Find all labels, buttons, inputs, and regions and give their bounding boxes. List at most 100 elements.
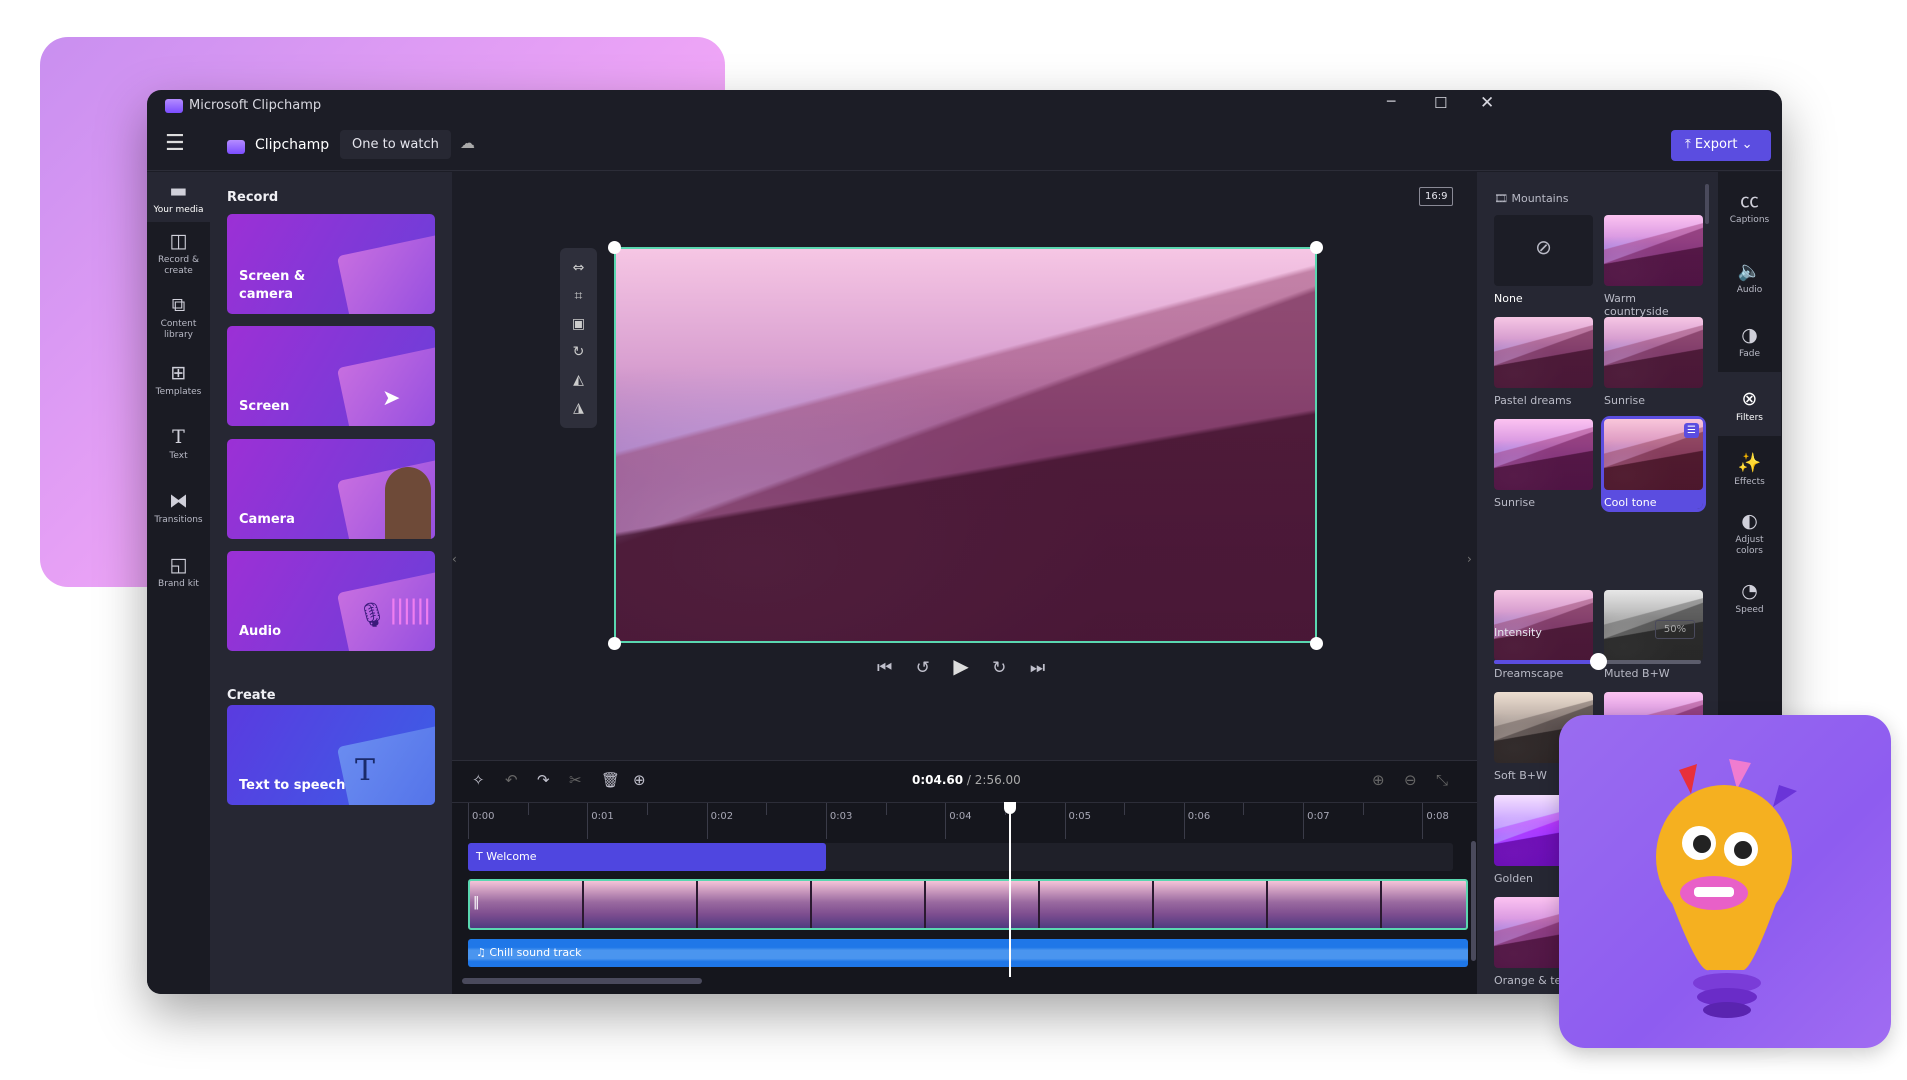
collapse-right-icon[interactable]: › [1467,552,1472,566]
section-title: Mountains [1511,192,1569,205]
rail-captions[interactable]: ㏄ Captions [1718,190,1781,226]
playhead-handle[interactable] [1003,802,1016,814]
horizontal-scrollbar[interactable] [462,978,702,984]
close-icon[interactable]: ✕ [1480,93,1494,113]
filter-tile[interactable]: Sunrise [1604,317,1703,407]
cursor-icon: ➤ [382,386,401,411]
filters-icon: ⊗ [1741,388,1758,410]
rail-label: Transitions [154,515,203,525]
zoom-in-icon[interactable]: ⊕ [1372,771,1385,789]
resize-handle[interactable] [608,637,621,650]
rail-audio[interactable]: 🔈 Audio [1718,260,1781,296]
resize-handle[interactable] [1310,637,1323,650]
project-name-button[interactable]: One to watch [340,130,451,159]
forward-5-icon[interactable]: ↻ [992,658,1006,678]
skip-forward-icon[interactable]: ⏭ [1030,658,1045,678]
collapse-left-icon[interactable]: ‹ [452,552,457,566]
resize-handle[interactable] [1310,241,1323,254]
minimize-icon[interactable]: ─ [1387,94,1395,110]
trim-handle[interactable]: ‖ [473,895,480,910]
zoom-out-icon[interactable]: ⊖ [1404,771,1417,789]
playback-controls: ⏮ ↺ ▶ ↻ ⏭ [877,654,1045,678]
record-camera-card[interactable]: Camera [227,439,435,539]
rail-templates[interactable]: ⊞ Templates [147,362,210,398]
audio-clip[interactable]: ♫ Chill sound track [468,939,1468,967]
ruler-minor-tick [1124,803,1126,815]
brand-kit-icon: ◱ [169,554,188,576]
rail-transitions[interactable]: ⧓ Transitions [147,490,210,526]
resize-handle[interactable] [608,241,621,254]
section-header: 🎞 Mountains [1494,192,1568,205]
left-rail: ▬ Your media ◫ Record & create ⧉ Content li… [147,172,210,994]
rail-your-media[interactable]: ▬ Your media [147,172,210,222]
filter-label: Muted B+W [1604,667,1670,680]
ruler-minor-tick [766,803,768,815]
aspect-ratio-button[interactable]: 16:9 [1419,187,1454,206]
pip-icon[interactable]: ▣ [560,310,597,338]
export-label: Export [1694,137,1738,152]
rail-text[interactable]: T Text [147,426,210,462]
rail-adjust-colors[interactable]: ◐ Adjust colors [1718,510,1781,557]
record-screen-camera-card[interactable]: Screen & camera [227,214,435,314]
record-screen-card[interactable]: ➤ Screen [227,326,435,426]
undo-icon[interactable]: ↶ [505,771,518,789]
filter-tile[interactable]: Sunrise [1494,419,1593,509]
text-clip-welcome[interactable]: T Welcome [468,843,826,871]
rotate-icon[interactable]: ↻ [560,338,597,366]
delete-icon[interactable]: 🗑 [601,771,620,789]
cloud-sync-icon[interactable]: ☁ [460,134,475,152]
flip-horizontal-icon[interactable]: ◭ [560,366,597,394]
library-icon: ⧉ [171,294,186,316]
filter-thumbnail [1604,215,1703,286]
vertical-scrollbar[interactable] [1471,841,1476,961]
transitions-icon: ⧓ [169,490,188,512]
filter-tile[interactable]: Pastel dreams [1494,317,1593,407]
media-panel: Record Screen & camera ➤ Screen Camera 🎙 |… [210,172,452,994]
rail-effects[interactable]: ✨ Effects [1718,452,1781,488]
rail-speed[interactable]: ◔ Speed [1718,580,1781,616]
rail-content-library[interactable]: ⧉ Content library [147,294,210,341]
filter-label: Warm countryside [1604,292,1669,318]
slider-thumb[interactable] [1589,653,1607,670]
cut-icon[interactable]: ✂ [569,771,582,789]
maximize-icon[interactable]: ☐ [1434,94,1447,112]
filter-thumbnail [1494,419,1593,490]
rail-label: Your media [153,205,204,215]
time-ruler[interactable]: 0:00 0:01 0:02 0:03 0:04 0:05 0:06 0:07 0:08 [452,802,1484,839]
fit-icon[interactable]: ⇔ [560,254,597,282]
current-time: 0:04.60 [912,773,964,787]
rewind-5-icon[interactable]: ↺ [916,658,930,678]
filters-scrollbar[interactable] [1705,184,1709,224]
menu-icon[interactable]: ☰ [165,131,185,156]
rail-record-create[interactable]: ◫ Record & create [147,230,210,277]
ruler-minor-tick [885,803,887,815]
intensity-value-input[interactable]: 50% [1655,620,1695,639]
preview-area: 16:9 ⇔⌗▣↻◭◮ ⏮ ↺ ▶ ↻ ⏭ ⛶ ‹ › [452,172,1603,760]
play-icon[interactable]: ▶ [953,654,968,678]
ruler-minor-tick [527,803,529,815]
fit-timeline-icon[interactable]: ⤡ [1436,771,1448,789]
filter-settings-icon[interactable]: ☰ [1684,423,1699,438]
record-audio-card[interactable]: 🎙 |||||| Audio [227,551,435,651]
rail-label: Filters [1736,413,1763,423]
flip-vertical-icon[interactable]: ◮ [560,394,597,422]
lightbulb-illustration-card [1559,715,1891,1048]
export-button[interactable]: ⤒ Export ⌄ [1671,130,1771,161]
skip-back-icon[interactable]: ⏮ [877,658,892,678]
crop-icon[interactable]: ⌗ [560,282,597,310]
text-to-speech-card[interactable]: T Text to speech [227,705,435,805]
timeline: ✧ ↶ ↷ ✂ 🗑 ⊕ 0:04.60 / 2:56.00 ⊕ ⊖ ⤡ 0:00… [452,760,1484,994]
filter-tile[interactable]: ☰ Cool tone [1601,416,1706,512]
filter-tile[interactable]: Warm countryside [1604,215,1703,318]
redo-icon[interactable]: ↷ [537,771,550,789]
video-clip[interactable]: ‖ [468,879,1468,930]
rail-brand-kit[interactable]: ◱ Brand kit [147,554,210,590]
magic-icon[interactable]: ✧ [472,771,485,789]
rail-filters[interactable]: ⊗ Filters [1718,372,1781,436]
playhead[interactable] [1003,802,1016,977]
intensity-slider[interactable] [1494,653,1701,670]
filter-tile[interactable]: ⊘ None [1494,215,1593,305]
rail-fade[interactable]: ◑ Fade [1718,324,1781,360]
video-preview[interactable] [614,247,1317,643]
add-media-icon[interactable]: ⊕ [633,771,646,789]
